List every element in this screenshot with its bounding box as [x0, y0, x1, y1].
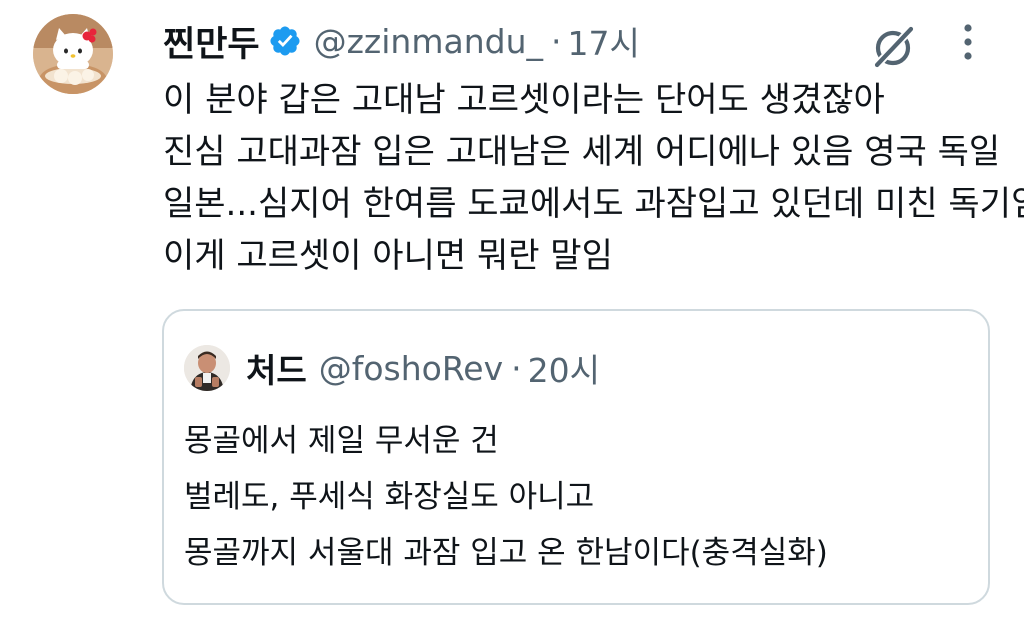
quoted-tweet-header: 처드 @foshoRev · 20시 — [184, 343, 600, 393]
tweet-text-line: 일본...심지어 한여름 도쿄에서도 과잠입고 있던데 미친 독기임 — [163, 184, 1024, 224]
quoted-author-avatar[interactable] — [184, 345, 230, 391]
tweet-timestamp[interactable]: 17시 — [567, 17, 639, 65]
quoted-tweet-timestamp[interactable]: 20시 — [528, 344, 600, 392]
more-options-icon[interactable] — [958, 22, 978, 62]
author-display-name[interactable]: 찐만두 — [163, 16, 260, 67]
quoted-tweet-text: 몽골에서 제일 무서운 건 벌레도, 푸세식 화장실도 아니고 몽골까지 서울대… — [184, 413, 964, 581]
grok-icon[interactable] — [868, 22, 918, 72]
author-handle[interactable]: @zzinmandu_ — [314, 22, 543, 61]
profile-avatar-icon — [184, 345, 230, 391]
meta-separator: · — [550, 21, 562, 61]
author-avatar[interactable] — [33, 14, 113, 94]
verified-badge-icon[interactable] — [268, 24, 302, 58]
quoted-tweet-text-line: 몽골까지 서울대 과잠 입고 온 한남이다(충격실화) — [184, 535, 828, 571]
quoted-meta-separator: · — [511, 348, 522, 388]
quoted-author-handle[interactable]: @foshoRev — [319, 349, 503, 388]
quoted-author-display-name[interactable]: 처드 — [246, 344, 307, 392]
tweet-text-line: 진심 고대과잠 입은 고대남은 세계 어디에나 있음 영국 독일 — [163, 132, 1001, 172]
hello-kitty-avatar-icon — [33, 14, 113, 94]
quoted-tweet-text-line: 벌레도, 푸세식 화장실도 아니고 — [184, 479, 595, 515]
tweet-text-line: 이게 고르셋이 아니면 뭐란 말임 — [163, 236, 613, 276]
tweet-text: 이 분야 갑은 고대남 고르셋이라는 단어도 생겼잖아 진심 고대과잠 입은 고… — [163, 74, 1024, 282]
tweet-text-line: 이 분야 갑은 고대남 고르셋이라는 단어도 생겼잖아 — [163, 80, 885, 120]
quoted-tweet-text-line: 몽골에서 제일 무서운 건 — [184, 423, 499, 459]
quoted-tweet-card[interactable]: 처드 @foshoRev · 20시 몽골에서 제일 무서운 건 벌레도, 푸세… — [162, 309, 990, 605]
tweet-header: 찐만두 @zzinmandu_ · 17시 — [163, 16, 640, 67]
